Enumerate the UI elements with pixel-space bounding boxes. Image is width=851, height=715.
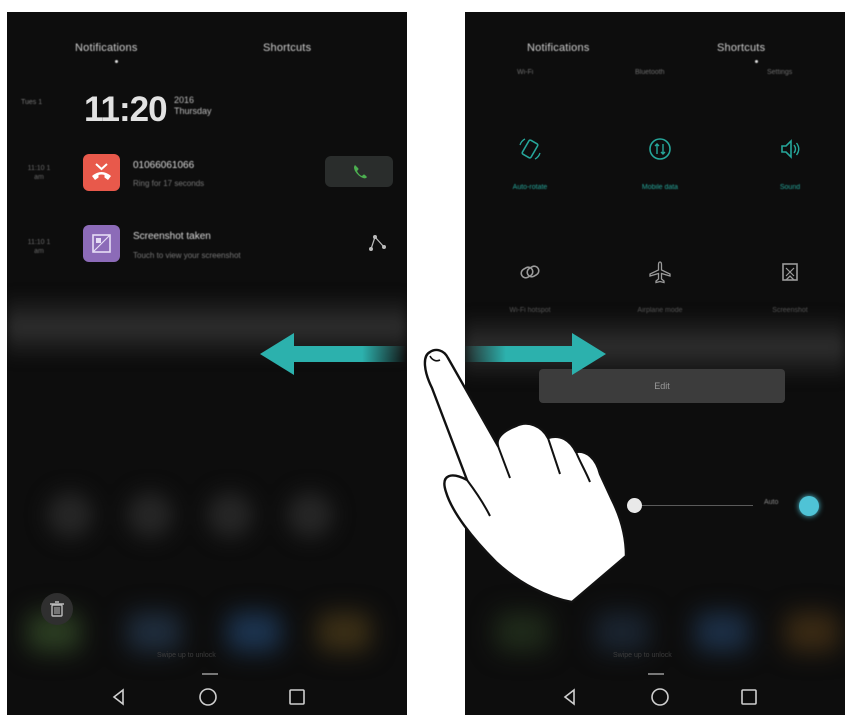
screenshot-icon xyxy=(83,225,120,262)
shortcuts-screen: Notifications Shortcuts Wi-Fi Bluetooth … xyxy=(465,12,845,715)
active-tab-indicator xyxy=(115,60,118,63)
navigation-bar xyxy=(7,681,407,715)
sub-tab-wifi[interactable]: Wi-Fi xyxy=(517,69,533,76)
auto-rotate-toggle[interactable]: Auto-rotate xyxy=(475,136,585,191)
tab-shortcuts[interactable]: Shortcuts xyxy=(717,42,765,54)
notification-time: 11:10 1 am xyxy=(27,165,51,181)
blurred-app-row xyxy=(27,482,387,562)
handle-bar[interactable] xyxy=(648,673,664,675)
hotspot-icon xyxy=(517,259,543,285)
blurred-dock xyxy=(485,602,839,672)
clock-weekday: Thursday xyxy=(174,106,212,116)
tab-notifications[interactable]: Notifications xyxy=(75,42,138,54)
brightness-auto-label: Auto xyxy=(764,499,779,506)
home-icon[interactable] xyxy=(648,685,672,709)
airplane-toggle[interactable]: Airplane mode xyxy=(605,259,715,314)
sound-toggle[interactable]: Sound xyxy=(735,136,845,191)
clear-all-button[interactable] xyxy=(41,593,73,625)
notification-subtitle: Ring for 17 seconds xyxy=(133,179,205,188)
navigation-bar xyxy=(465,681,845,715)
clock-time: 11:20 xyxy=(84,90,168,129)
back-icon[interactable] xyxy=(558,685,582,709)
rotate-icon xyxy=(517,136,543,162)
active-tab-indicator xyxy=(755,60,758,63)
edit-button[interactable]: Edit xyxy=(539,369,785,403)
notification-time: 11:10 1 am xyxy=(27,239,51,255)
trash-icon xyxy=(50,601,64,617)
sound-icon xyxy=(777,136,803,162)
tab-bar: Notifications Shortcuts xyxy=(7,42,407,63)
notification-title: 01066061066 xyxy=(133,160,195,171)
date-label: Tues 1 xyxy=(21,99,43,106)
unlock-hint: Swipe up to unlock xyxy=(157,652,216,659)
brightness-slider-thumb[interactable] xyxy=(627,498,642,513)
mobile-data-toggle[interactable]: Mobile data xyxy=(605,136,715,191)
mobile-data-icon xyxy=(647,136,673,162)
handle-bar[interactable] xyxy=(202,673,218,675)
blurred-dock xyxy=(27,602,387,672)
clock-date: 2016 Thursday xyxy=(174,95,212,117)
unlock-hint: Swipe up to unlock xyxy=(613,652,672,659)
home-icon[interactable] xyxy=(196,685,220,709)
auto-brightness-toggle[interactable] xyxy=(799,496,819,516)
screenshot-icon xyxy=(777,259,803,285)
tab-bar: Notifications Shortcuts xyxy=(465,42,845,63)
share-icon[interactable] xyxy=(367,232,389,254)
sub-tab-bluetooth[interactable]: Bluetooth xyxy=(635,69,665,76)
brightness-slider[interactable] xyxy=(635,505,753,506)
sub-tab-settings[interactable]: Settings xyxy=(767,69,792,76)
notification-title: Screenshot taken xyxy=(133,231,211,242)
notification-subtitle: Touch to view your screenshot xyxy=(133,251,241,260)
hotspot-toggle[interactable]: Wi-Fi hotspot xyxy=(475,259,585,314)
tile-label: Sound xyxy=(779,184,801,191)
back-icon[interactable] xyxy=(107,685,131,709)
notifications-screen: Notifications Shortcuts Tues 1 11:20 201… xyxy=(7,12,407,715)
tab-notifications[interactable]: Notifications xyxy=(527,42,590,54)
tile-label: Auto-rotate xyxy=(512,184,548,191)
recents-icon[interactable] xyxy=(737,685,761,709)
screenshot-toggle[interactable]: Screenshot xyxy=(735,259,845,314)
missed-call-icon xyxy=(83,154,120,191)
airplane-icon xyxy=(647,259,673,285)
tab-shortcuts[interactable]: Shortcuts xyxy=(263,42,311,54)
clock-year: 2016 xyxy=(174,95,195,105)
tile-label: Mobile data xyxy=(641,184,679,191)
blur-band xyxy=(7,292,407,362)
recents-icon[interactable] xyxy=(285,685,309,709)
call-back-button[interactable] xyxy=(325,156,393,187)
